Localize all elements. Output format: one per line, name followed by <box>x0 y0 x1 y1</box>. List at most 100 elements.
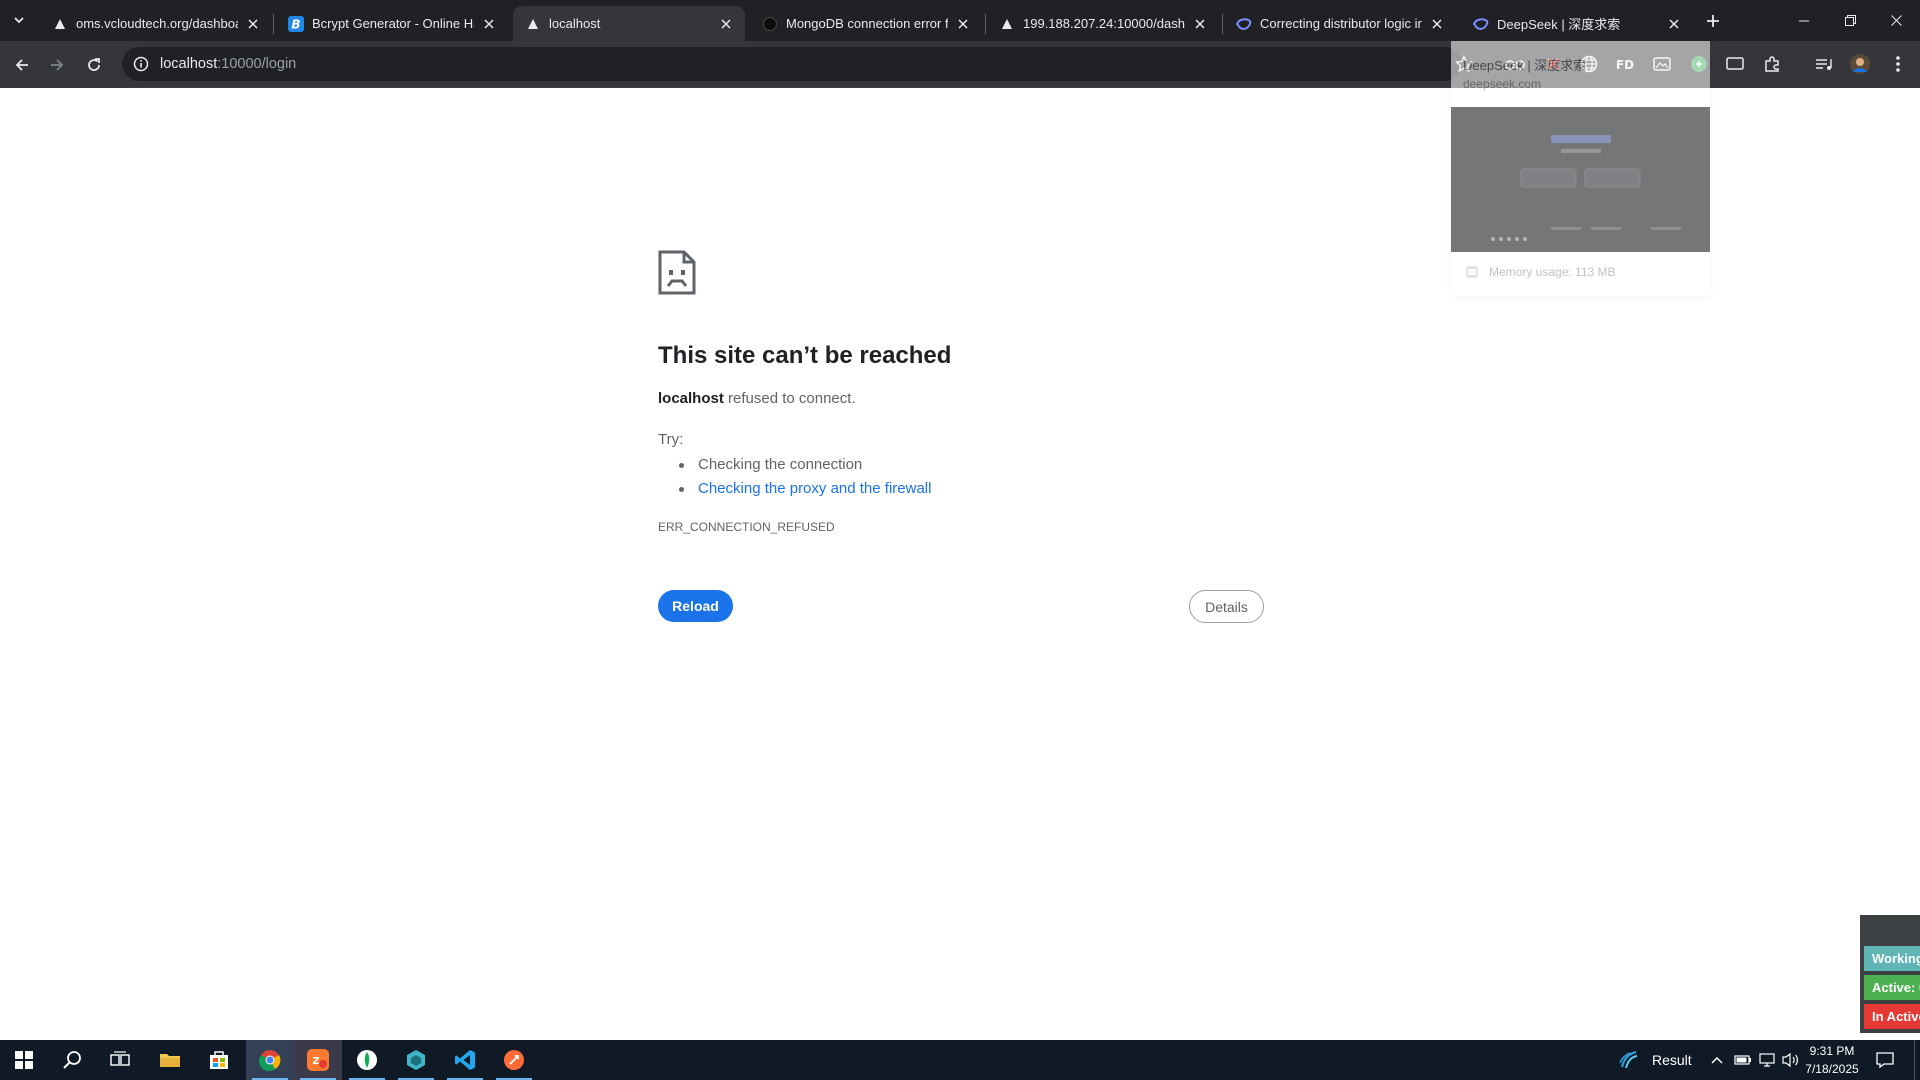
bcrypt-b-icon: B <box>288 15 304 32</box>
tab-deepseek[interactable]: DeepSeek | 深度求索 <box>1461 6 1693 41</box>
taskbar-clock[interactable]: 9:31 PM 7/18/2025 <box>1802 1042 1862 1078</box>
postman-button[interactable] <box>490 1040 538 1080</box>
close-window-button[interactable] <box>1873 0 1919 41</box>
search-button[interactable] <box>48 1040 96 1080</box>
arrow-right-icon <box>51 59 64 71</box>
tab-strip: oms.vcloudtech.org/dashboard B Bcrypt Ge… <box>0 0 1920 41</box>
more-menu-icon[interactable] <box>1886 52 1910 76</box>
tab-search-button[interactable] <box>7 9 31 31</box>
deepseek-whale-icon <box>1236 16 1252 32</box>
avatar[interactable] <box>1848 52 1872 76</box>
svg-text:B: B <box>291 17 300 31</box>
clock-time: 9:31 PM <box>1809 1044 1855 1058</box>
file-explorer-button[interactable] <box>146 1040 194 1080</box>
close-icon[interactable] <box>954 15 972 33</box>
notifications-button[interactable] <box>1876 1040 1894 1080</box>
new-tab-button[interactable] <box>1701 10 1725 32</box>
vscode-button[interactable] <box>441 1040 489 1080</box>
status-inactive[interactable]: In Active <box>1864 1004 1920 1029</box>
windows-icon <box>15 1051 33 1069</box>
details-button[interactable]: Details <box>1189 590 1264 623</box>
suggestion-check-proxy-link[interactable]: Checking the proxy and the firewall <box>678 477 931 501</box>
url-host: localhost <box>160 56 218 72</box>
close-icon[interactable] <box>1191 15 1209 33</box>
svg-text:Z: Z <box>312 1056 319 1067</box>
mongodb-compass-button[interactable] <box>343 1040 391 1080</box>
battery-tray-icon[interactable] <box>1734 1040 1752 1080</box>
volume-icon <box>1782 1052 1798 1068</box>
triangle-icon <box>525 16 541 32</box>
task-view-icon <box>110 1051 130 1066</box>
task-view-button[interactable] <box>96 1040 144 1080</box>
reload-button[interactable]: Reload <box>658 590 733 622</box>
close-icon[interactable] <box>244 15 262 33</box>
media-playlist-icon[interactable] <box>1812 52 1836 76</box>
volume-tray-icon[interactable] <box>1782 1040 1800 1080</box>
tab-separator <box>273 14 274 34</box>
reload-icon <box>88 58 100 71</box>
tab-title: localhost <box>549 16 601 31</box>
deepseek-whale-icon <box>1473 16 1489 32</box>
tab-hover-card: DeepSeek | 深度求索 deepseek.com Memory usag… <box>1451 41 1710 296</box>
arrow-left-icon <box>15 59 28 71</box>
chrome-icon <box>259 1050 281 1071</box>
error-host: localhost <box>658 390 724 407</box>
hover-card-memory: Memory usage: 113 MB <box>1489 265 1616 279</box>
minimize-button[interactable] <box>1781 0 1827 41</box>
error-title: This site can’t be reached <box>658 342 952 369</box>
minimize-icon <box>1799 20 1809 21</box>
back-button[interactable] <box>8 51 36 79</box>
tab-ip-dashboard[interactable]: 199.188.207.24:10000/dashboard <box>987 6 1219 41</box>
tab-distributor-logic[interactable]: Correcting distributor logic in <box>1224 6 1456 41</box>
close-icon[interactable] <box>480 15 498 33</box>
weather-icon <box>1619 1050 1638 1069</box>
hover-card-domain: deepseek.com <box>1463 77 1542 91</box>
site-info-icon[interactable] <box>124 47 158 81</box>
tab-bcrypt-generator[interactable]: B Bcrypt Generator - Online Hash <box>276 6 508 41</box>
teal-app-button[interactable] <box>392 1040 440 1080</box>
close-icon[interactable] <box>717 15 735 33</box>
mongodb-leaf-icon <box>357 1050 377 1070</box>
suggestions-list: Checking the connection Checking the pro… <box>678 453 931 501</box>
address-url[interactable]: localhost:10000/login <box>160 56 296 72</box>
puzzle-extensions-icon[interactable] <box>1760 52 1784 76</box>
close-icon <box>1890 15 1902 26</box>
cast-icon[interactable] <box>1723 52 1747 76</box>
status-active[interactable]: Active: 0 <box>1864 975 1920 1000</box>
weather-label: Result <box>1652 1052 1692 1068</box>
forward-button[interactable] <box>43 51 71 79</box>
postman-icon <box>504 1050 524 1070</box>
tab-title: MongoDB connection error fix <box>786 16 948 31</box>
chrome-taskbar-button[interactable] <box>246 1040 294 1080</box>
tab-localhost[interactable]: localhost <box>513 6 745 41</box>
error-summary-text: refused to connect. <box>723 390 856 407</box>
triangle-icon <box>999 16 1015 32</box>
close-icon[interactable] <box>1665 15 1683 33</box>
tab-title: 199.188.207.24:10000/dashboard <box>1023 16 1185 31</box>
hover-card-thumbnail <box>1451 107 1710 252</box>
network-tray-icon[interactable] <box>1758 1040 1776 1080</box>
address-bar[interactable]: localhost:10000/login <box>122 47 1462 81</box>
zoom-taskbar-button[interactable]: Z <box>294 1040 342 1080</box>
status-widget: Working Active: 0 In Active <box>1860 915 1920 1033</box>
show-hidden-icons-button[interactable] <box>1710 1040 1724 1080</box>
start-button[interactable] <box>0 1040 48 1080</box>
vscode-icon <box>455 1050 475 1070</box>
taskbar: Z Result 9:31 PM 7/18/2025 <box>0 1040 1920 1080</box>
restore-button[interactable] <box>1827 0 1873 41</box>
notification-icon <box>1876 1052 1894 1069</box>
restore-icon <box>1844 15 1856 26</box>
zoom-icon: Z <box>307 1049 329 1071</box>
status-working[interactable]: Working <box>1864 946 1920 971</box>
tab-oms-dashboard[interactable]: oms.vcloudtech.org/dashboard <box>40 6 272 41</box>
store-button[interactable] <box>195 1040 243 1080</box>
sad-page-icon <box>658 250 696 295</box>
tab-mongodb-fix[interactable]: MongoDB connection error fix <box>750 6 982 41</box>
reload-toolbar-button[interactable] <box>80 51 108 79</box>
tab-separator <box>985 14 986 34</box>
close-icon[interactable] <box>1428 15 1446 33</box>
chevron-down-icon <box>14 17 24 24</box>
show-desktop-divider[interactable] <box>1914 1040 1915 1080</box>
weather-widget[interactable]: Result <box>1618 1040 1692 1080</box>
tab-title: DeepSeek | 深度求索 <box>1497 17 1621 32</box>
